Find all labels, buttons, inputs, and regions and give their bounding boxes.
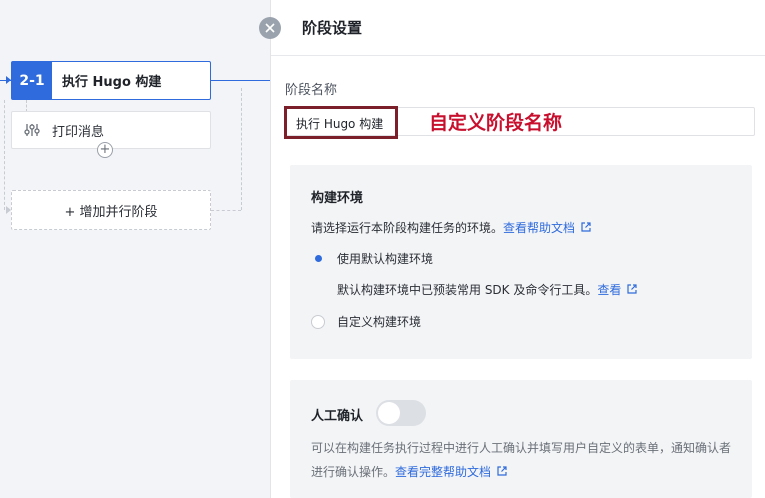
manual-confirm-title: 人工确认 (311, 409, 364, 424)
view-link[interactable]: 查看 (597, 283, 621, 297)
close-icon[interactable] (259, 17, 281, 39)
manual-confirm-description: 可以在构建任务执行过程中进行人工确认并填写用户自定义的表单，通知确认者进行确认操… (311, 436, 741, 485)
default-env-note: 默认构建环境中已预装常用 SDK 及命令行工具。查看 (337, 281, 637, 298)
parallel-branch-bottom (211, 210, 241, 211)
toggle-knob (378, 402, 400, 424)
add-task-button[interactable]: + (97, 142, 113, 158)
stage-number: 2-1 (12, 62, 52, 99)
task-label: 打印消息 (52, 124, 105, 140)
radio-unselected[interactable] (311, 314, 325, 329)
highlight-box (284, 106, 398, 139)
manual-confirm-toggle[interactable] (376, 400, 426, 426)
parallel-branch-line (4, 100, 5, 210)
external-link-icon (581, 222, 591, 235)
radio-selected[interactable] (311, 252, 325, 266)
full-help-link[interactable]: 查看完整帮助文档 (395, 465, 491, 479)
build-env-description: 请选择运行本阶段构建任务的环境。查看帮助文档 (311, 219, 591, 236)
task-card[interactable]: 打印消息 (11, 111, 211, 149)
build-env-section: 构建环境 请选择运行本阶段构建任务的环境。查看帮助文档 使用默认构建环境 默认构… (290, 165, 752, 359)
custom-env-label: 自定义构建环境 (337, 315, 422, 329)
sliders-icon (12, 123, 52, 137)
custom-env-option[interactable]: 自定义构建环境 (311, 313, 421, 330)
parallel-branch-right (241, 88, 242, 210)
stage-out-connector (211, 80, 270, 81)
annotation-text: 自定义阶段名称 (429, 112, 563, 134)
stage-card[interactable]: 2-1 执行 Hugo 构建 (11, 61, 211, 100)
default-env-label: 使用默认构建环境 (337, 252, 434, 266)
pipeline-canvas: 2-1 执行 Hugo 构建 打印消息 + + 增加并行阶段 (0, 0, 270, 498)
stage-title: 执行 Hugo 构建 (62, 75, 162, 90)
manual-confirm-section: 人工确认 可以在构建任务执行过程中进行人工确认并填写用户自定义的表单，通知确认者… (290, 380, 752, 498)
panel-title: 阶段设置 (271, 0, 765, 56)
stage-name-label: 阶段名称 (285, 83, 338, 98)
default-env-option[interactable]: 使用默认构建环境 (311, 250, 433, 267)
external-link-icon (497, 461, 507, 485)
external-link-icon (627, 284, 637, 297)
add-parallel-stage-button[interactable]: + 增加并行阶段 (11, 190, 211, 230)
help-doc-link[interactable]: 查看帮助文档 (503, 221, 575, 235)
build-env-title: 构建环境 (311, 191, 364, 206)
stage-settings-panel: 阶段设置 阶段名称 执行 Hugo 构建 自定义阶段名称 构建环境 请选择运行本… (270, 0, 765, 498)
